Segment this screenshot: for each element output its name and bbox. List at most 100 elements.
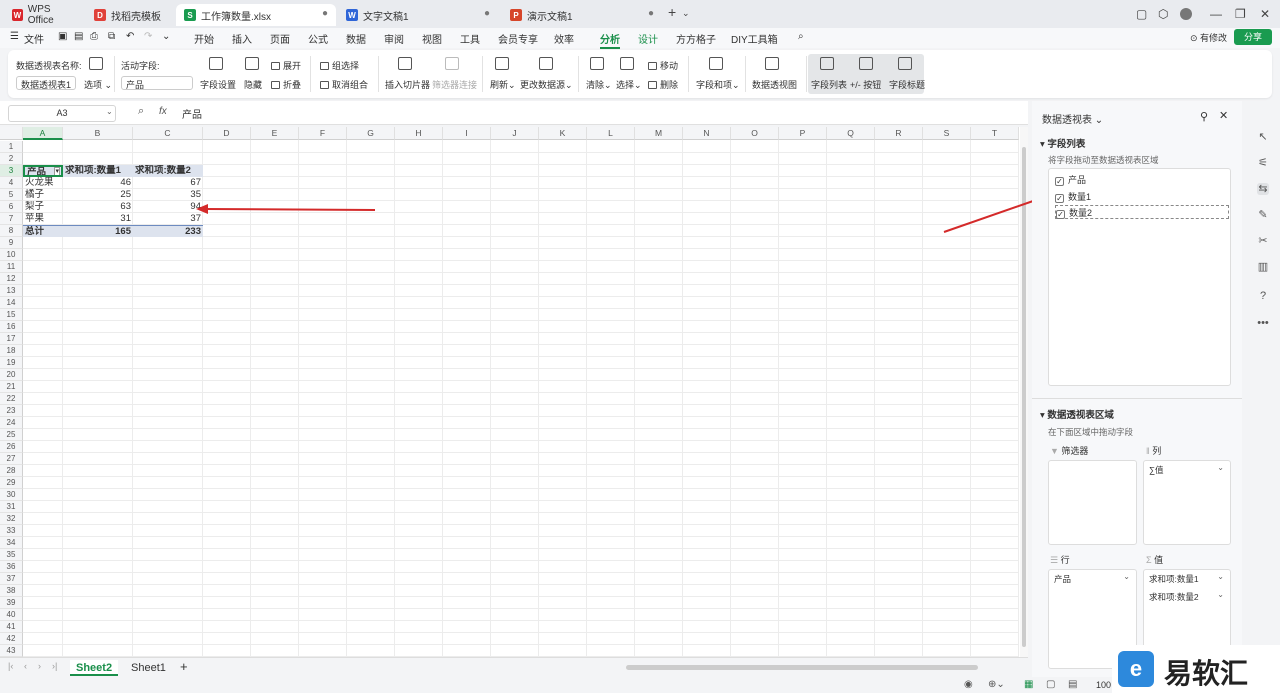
hide-icon[interactable]: [245, 57, 259, 70]
column-header[interactable]: M: [635, 127, 683, 140]
field-list-button[interactable]: 字段列表: [811, 78, 847, 91]
field-settings-button[interactable]: 字段设置: [200, 78, 236, 91]
tab-template[interactable]: D 找稻壳模板: [86, 4, 172, 26]
row-header[interactable]: 27: [0, 453, 23, 465]
column-field-dropdown[interactable]: ∑值 ⌄: [1145, 462, 1229, 477]
tools-icon[interactable]: ✂: [1257, 235, 1269, 247]
formula-content[interactable]: 产品: [182, 106, 202, 121]
column-header[interactable]: F: [299, 127, 347, 140]
row-header[interactable]: 5: [0, 189, 23, 201]
fields-items-icon[interactable]: [709, 57, 723, 70]
sheet-nav-prev-icon[interactable]: ‹: [24, 661, 27, 671]
pivot-chart-icon[interactable]: [765, 57, 779, 70]
select-icon[interactable]: [620, 57, 634, 70]
ungroup-button[interactable]: 取消组合: [320, 78, 368, 91]
sheet-tab-sheet2[interactable]: Sheet2: [70, 660, 119, 676]
pivot-cell[interactable]: 求和项:数量1: [63, 165, 133, 177]
row-header[interactable]: 25: [0, 429, 23, 441]
row-header[interactable]: 24: [0, 417, 23, 429]
sheet-nav-first-icon[interactable]: |‹: [8, 661, 13, 671]
cube-icon[interactable]: ⬡: [1158, 7, 1168, 21]
row-header[interactable]: 6: [0, 201, 23, 213]
row-field-dropdown[interactable]: 产品 ⌄: [1050, 571, 1135, 586]
pivot-cell[interactable]: 梨子: [23, 201, 63, 213]
normal-view-icon[interactable]: ▦: [1024, 679, 1033, 690]
pivot-cell[interactable]: 233: [133, 225, 203, 237]
pivot-cell[interactable]: 37: [133, 213, 203, 225]
column-header[interactable]: B: [63, 127, 133, 140]
zoom-level[interactable]: 100: [1096, 680, 1111, 690]
refresh-icon[interactable]: [495, 57, 509, 70]
column-header[interactable]: C: [133, 127, 203, 140]
share-button[interactable]: 分享: [1234, 29, 1272, 45]
row-header[interactable]: 7: [0, 213, 23, 225]
column-header[interactable]: K: [539, 127, 587, 140]
collapse-button[interactable]: 折叠: [271, 78, 301, 91]
row-header[interactable]: 13: [0, 285, 23, 297]
row-header[interactable]: 36: [0, 561, 23, 573]
filter-dropdown-icon[interactable]: ▾: [54, 167, 60, 175]
pivot-cell[interactable]: 苹果: [23, 213, 63, 225]
filter-connection-icon[interactable]: [445, 57, 459, 70]
restore-icon[interactable]: ❐: [1235, 7, 1246, 21]
tab-workbook[interactable]: S 工作簿数量.xlsx ●: [176, 4, 336, 26]
pivot-panel-icon[interactable]: ⇆: [1257, 183, 1269, 195]
row-header[interactable]: 34: [0, 537, 23, 549]
menu-insert[interactable]: 插入: [232, 31, 252, 46]
menu-fangfang[interactable]: 方方格子: [676, 31, 716, 46]
row-header[interactable]: 26: [0, 441, 23, 453]
menu-home[interactable]: 开始: [194, 31, 214, 46]
horizontal-scrollbar[interactable]: [626, 665, 978, 670]
avatar[interactable]: [1180, 8, 1192, 20]
tab-wps-office[interactable]: W WPS Office: [4, 4, 82, 26]
checkbox-checked-icon[interactable]: ✓: [1055, 177, 1064, 186]
more-chevron-icon[interactable]: ⌄: [162, 31, 170, 42]
row-header[interactable]: 14: [0, 297, 23, 309]
insert-slicer-button[interactable]: 插入切片器: [385, 78, 430, 91]
slicer-icon[interactable]: [398, 57, 412, 70]
name-box[interactable]: A3: [8, 105, 116, 122]
field-settings-icon[interactable]: [209, 57, 223, 70]
row-header[interactable]: 2: [0, 153, 23, 165]
checkbox-checked-icon[interactable]: ✓: [1055, 194, 1064, 203]
plus-minus-icon[interactable]: [859, 57, 873, 70]
pivot-cell[interactable]: 35: [133, 189, 203, 201]
pivot-chart-button[interactable]: 数据透视图: [752, 78, 797, 91]
pivot-cell[interactable]: 总计: [23, 225, 63, 237]
delete-button[interactable]: 删除: [648, 78, 678, 91]
pivot-cell[interactable]: 25: [63, 189, 133, 201]
row-header[interactable]: 43: [0, 645, 23, 657]
row-header[interactable]: 35: [0, 549, 23, 561]
clear-icon[interactable]: [590, 57, 604, 70]
column-header[interactable]: A: [23, 127, 63, 140]
row-header[interactable]: 18: [0, 345, 23, 357]
change-source-icon[interactable]: [539, 57, 553, 70]
field-headers-icon[interactable]: [898, 57, 912, 70]
fields-items-button[interactable]: 字段和项⌄: [696, 78, 740, 91]
row-header[interactable]: 21: [0, 381, 23, 393]
filter-connection-button[interactable]: 筛选器连接: [432, 78, 477, 91]
menu-review[interactable]: 审阅: [384, 31, 404, 46]
pivot-cell[interactable]: 67: [133, 177, 203, 189]
column-header[interactable]: Q: [827, 127, 875, 140]
column-header[interactable]: L: [587, 127, 635, 140]
tab-presentation[interactable]: P 演示文稿1 ●: [502, 4, 662, 26]
pivot-name-input[interactable]: 数据透视表1: [16, 76, 76, 90]
menu-member[interactable]: 会员专享: [498, 31, 538, 46]
row-header[interactable]: 3: [0, 165, 23, 177]
sheet-tab-sheet1[interactable]: Sheet1: [125, 660, 172, 676]
menu-tools[interactable]: 工具: [460, 31, 480, 46]
row-header[interactable]: 38: [0, 585, 23, 597]
clear-button[interactable]: 清除⌄: [586, 78, 612, 91]
column-drop-area[interactable]: ∑值 ⌄: [1143, 460, 1231, 545]
value-field-dropdown-2[interactable]: 求和项:数量2 ⌄: [1145, 589, 1229, 604]
view-mode-icon[interactable]: ⊕⌄: [988, 679, 1005, 690]
field-list-icon[interactable]: [820, 57, 834, 70]
scrollbar-thumb[interactable]: [1022, 147, 1026, 647]
column-header[interactable]: D: [203, 127, 251, 140]
tab-document[interactable]: W 文字文稿1 ●: [338, 4, 498, 26]
row-header[interactable]: 4: [0, 177, 23, 189]
field-headers-button[interactable]: 字段标题: [889, 78, 925, 91]
cursor-icon[interactable]: ↖: [1257, 131, 1269, 143]
column-header[interactable]: I: [443, 127, 491, 140]
